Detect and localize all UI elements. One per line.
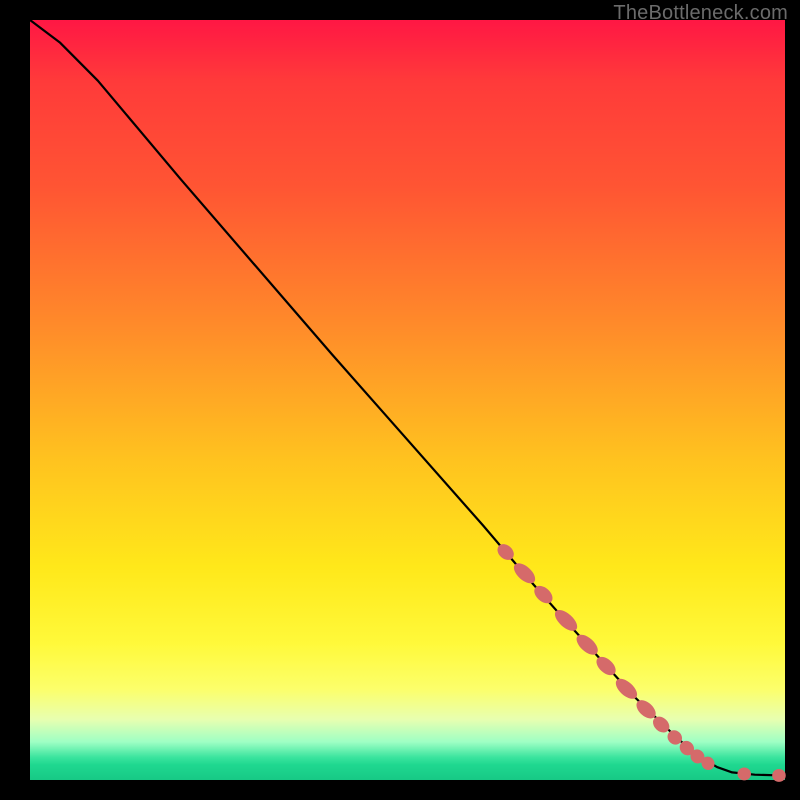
chart-svg	[30, 20, 785, 780]
watermark-text: TheBottleneck.com	[613, 2, 788, 25]
data-marker	[772, 769, 786, 782]
data-marker	[737, 767, 751, 780]
curve-line	[30, 20, 781, 775]
plot-area	[30, 20, 785, 780]
chart-frame: TheBottleneck.com	[0, 0, 800, 800]
